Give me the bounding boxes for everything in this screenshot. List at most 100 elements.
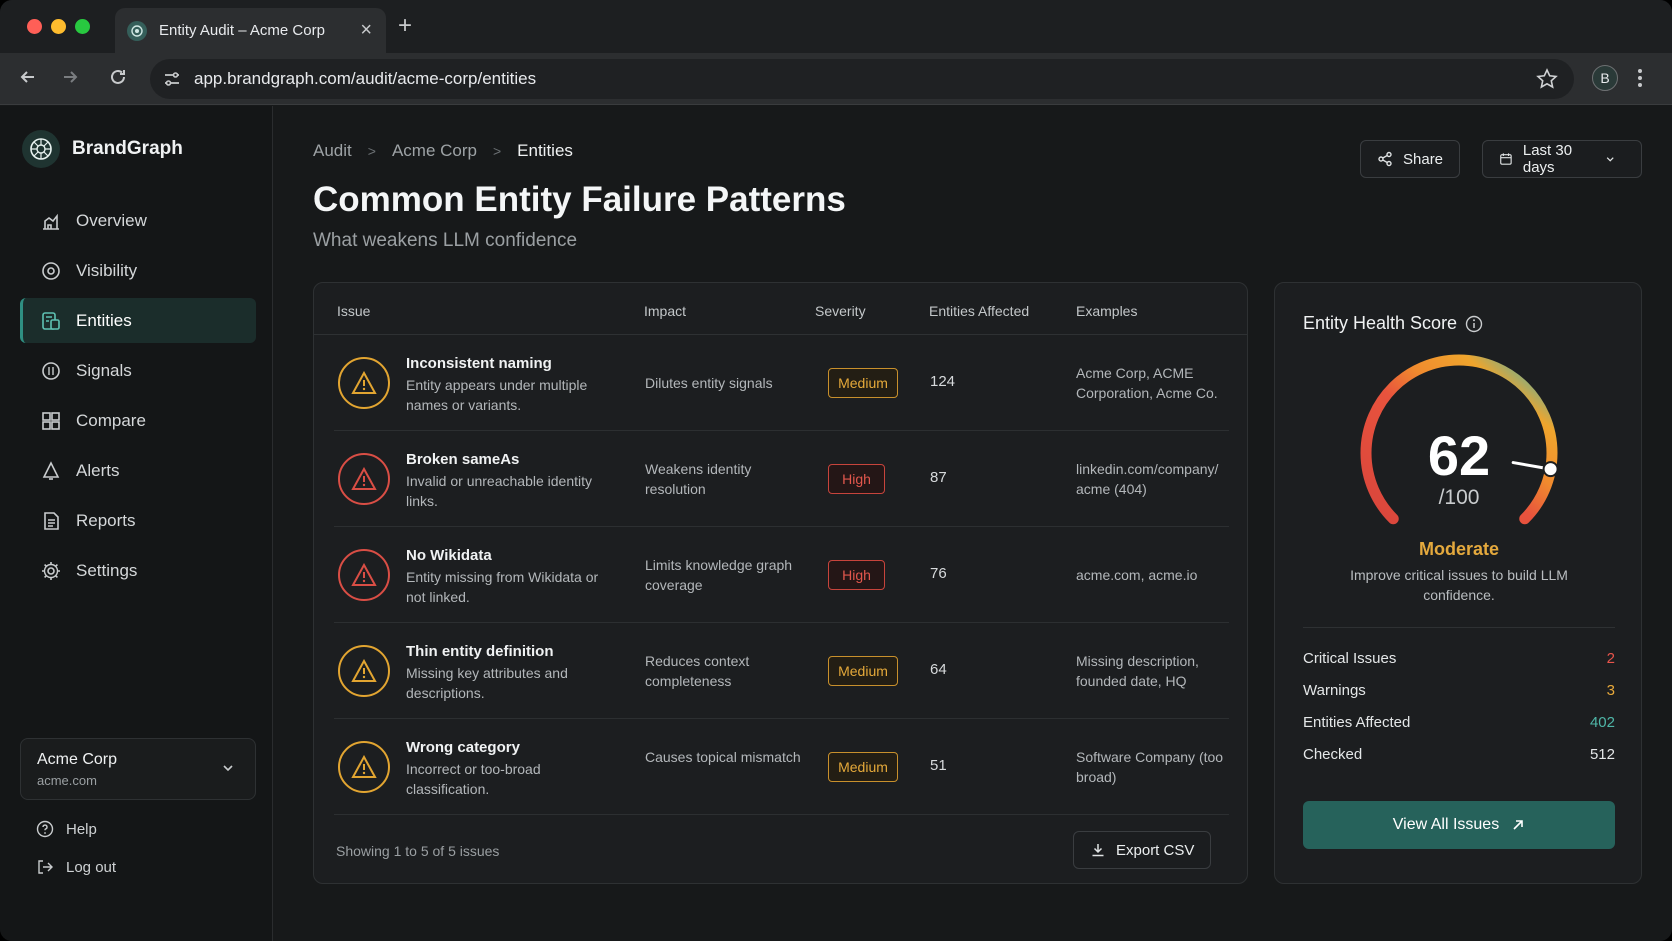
table-row[interactable]: Inconsistent naming Entity appears under … — [334, 335, 1229, 431]
warning-icon — [338, 645, 390, 697]
issue-name: Broken sameAs — [406, 451, 520, 468]
chevron-right-icon: > — [367, 143, 376, 159]
sidebar-item-label: Entities — [76, 310, 132, 330]
minimize-window-button[interactable] — [51, 19, 66, 34]
sidebar-item-entities[interactable]: Entities — [20, 298, 256, 343]
signal-icon — [42, 361, 60, 380]
sidebar-item-compare[interactable]: Compare — [20, 398, 256, 443]
sidebar-item-signals[interactable]: Signals — [20, 348, 256, 393]
brand-logo[interactable]: BrandGraph — [22, 130, 183, 168]
stat-value: 2 — [1606, 650, 1615, 667]
severity-badge: High — [828, 560, 885, 590]
browser-menu-icon[interactable] — [1636, 67, 1644, 94]
close-tab-icon[interactable]: × — [360, 19, 372, 42]
health-rating: Moderate — [1418, 539, 1499, 559]
share-icon — [1378, 151, 1392, 167]
warning-icon — [338, 741, 390, 793]
browser-tab[interactable]: Entity Audit – Acme Corp × — [115, 8, 386, 53]
entities-affected-count: 51 — [930, 757, 947, 774]
sidebar-item-label: Compare — [76, 410, 146, 430]
sidebar-item-overview[interactable]: Overview — [20, 198, 256, 243]
warning-icon — [338, 357, 390, 409]
issue-description: Entity appears under multiple names or v… — [406, 377, 588, 413]
column-header-issue: Issue — [337, 303, 371, 319]
column-header-entities-affected: Entities Affected — [929, 303, 1030, 319]
examples-text: Acme Corp, ACME Corporation, Acme Co. — [1076, 365, 1218, 401]
entity-health-card: Entity Health Score 62 /100 Moderate Imp… — [1274, 282, 1642, 884]
help-link[interactable]: Help — [36, 820, 97, 838]
sidebar-item-visibility[interactable]: Visibility — [20, 248, 256, 293]
issue-name: Thin entity definition — [406, 643, 554, 660]
reload-icon[interactable] — [108, 67, 128, 93]
view-all-issues-button[interactable]: View All Issues — [1303, 801, 1615, 849]
download-icon — [1092, 844, 1104, 857]
page-title: Common Entity Failure Patterns — [313, 180, 846, 219]
severity-badge: Medium — [828, 656, 898, 686]
chevron-down-icon — [1606, 157, 1614, 162]
profile-avatar[interactable]: B — [1592, 65, 1618, 91]
gear-icon — [42, 561, 60, 580]
column-header-examples: Examples — [1076, 303, 1138, 319]
table-row[interactable]: Wrong category Incorrect or too-broad cla… — [334, 719, 1229, 815]
site-settings-icon[interactable] — [162, 69, 182, 94]
table-row[interactable]: Broken sameAs Invalid or unreachable iden… — [334, 431, 1229, 527]
stat-value: 3 — [1606, 682, 1615, 699]
column-header-severity: Severity — [815, 303, 866, 319]
url-text: app.brandgraph.com/audit/acme-corp/entit… — [194, 69, 537, 88]
warning-icon — [338, 549, 390, 601]
issue-description: Incorrect or too-broad classification. — [406, 761, 541, 797]
entities-affected-count: 76 — [930, 565, 947, 582]
stat-label: Entities Affected — [1303, 714, 1411, 731]
examples-text: linkedin.com/company/ acme (404) — [1076, 461, 1219, 497]
bell-icon — [42, 460, 60, 480]
page-subtitle: What weakens LLM confidence — [313, 230, 578, 251]
org-switcher[interactable]: Acme Corp acme.com — [20, 738, 256, 800]
table-row[interactable]: No Wikidata Entity missing from Wikidata … — [334, 527, 1229, 623]
help-icon — [36, 820, 54, 838]
logo-icon — [22, 130, 60, 168]
issue-description: Invalid or unreachable identity links. — [406, 473, 593, 509]
address-bar[interactable]: app.brandgraph.com/audit/acme-corp/entit… — [150, 59, 1574, 99]
breadcrumb-audit[interactable]: Audit — [313, 141, 352, 161]
health-score-value: 62 — [1427, 424, 1491, 487]
help-label: Help — [66, 820, 97, 838]
share-button[interactable]: Share — [1360, 140, 1461, 178]
external-link-icon — [1513, 820, 1524, 830]
issue-description: Missing key attributes and descriptions. — [406, 665, 568, 701]
issue-name: No Wikidata — [406, 547, 492, 564]
impact-text: Limits knowledge graph coverage — [645, 557, 793, 593]
export-csv-button[interactable]: Export CSV — [1073, 831, 1212, 869]
info-icon[interactable] — [1465, 315, 1483, 333]
impact-text: Weakens identity resolution — [645, 461, 752, 497]
logout-link[interactable]: Log out — [36, 858, 116, 876]
stat-value: 402 — [1589, 714, 1615, 731]
severity-badge: High — [828, 464, 885, 494]
issue-description: Entity missing from Wikidata or not link… — [406, 569, 599, 605]
maximize-window-button[interactable] — [75, 19, 90, 34]
sidebar-item-reports[interactable]: Reports — [20, 498, 256, 543]
eye-icon — [42, 261, 60, 280]
stat-label: Warnings — [1303, 682, 1366, 699]
sidebar-item-alerts[interactable]: Alerts — [20, 448, 256, 493]
issues-table: Issue Impact Severity Entities Affected … — [313, 282, 1248, 884]
forward-icon[interactable] — [60, 67, 80, 93]
back-icon[interactable] — [18, 67, 38, 93]
examples-text: Software Company (too broad) — [1076, 749, 1224, 785]
issue-name: Inconsistent naming — [406, 355, 552, 372]
date-range-select[interactable]: Last 30 days — [1482, 140, 1642, 178]
tab-bar: Entity Audit – Acme Corp × + — [0, 0, 1672, 53]
stat-critical-issues: Critical Issues 2 — [1303, 650, 1615, 667]
brand-name: BrandGraph — [72, 138, 183, 159]
bookmark-star-icon[interactable] — [1536, 68, 1558, 95]
breadcrumb-acme-corp[interactable]: Acme Corp — [392, 141, 477, 161]
pagination-summary: Showing 1 to 5 of 5 issues — [336, 843, 500, 859]
new-tab-icon[interactable]: + — [398, 12, 412, 40]
entities-affected-count: 87 — [930, 469, 947, 486]
table-row[interactable]: Thin entity definition Missing key attrib… — [334, 623, 1229, 719]
logout-label: Log out — [66, 858, 117, 876]
sidebar-item-settings[interactable]: Settings — [20, 548, 256, 593]
close-window-button[interactable] — [27, 19, 42, 34]
health-title-text: Entity Health Score — [1303, 313, 1458, 333]
sidebar-item-label: Reports — [76, 510, 136, 530]
view-all-issues-label: View All Issues — [1392, 816, 1500, 833]
